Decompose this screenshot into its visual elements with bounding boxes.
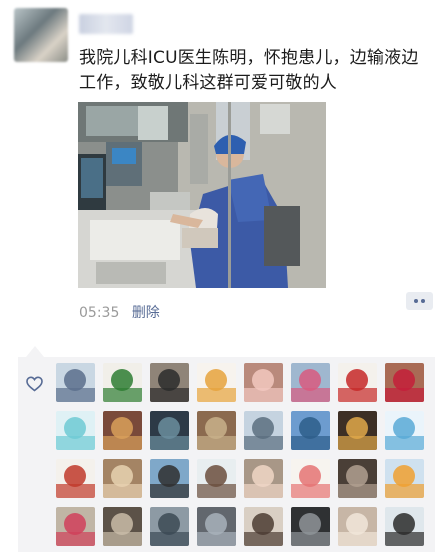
avatar-base <box>291 532 330 546</box>
dot-right-icon <box>421 299 425 303</box>
avatar-base <box>338 388 377 402</box>
avatar-base <box>244 388 283 402</box>
liker-avatar[interactable] <box>56 411 95 450</box>
avatar-base <box>197 388 236 402</box>
liker-avatar[interactable] <box>385 507 424 546</box>
avatar-base <box>56 388 95 402</box>
liker-avatar[interactable] <box>338 363 377 402</box>
avatar-base <box>56 532 95 546</box>
dot-left-icon <box>414 299 418 303</box>
liker-avatar[interactable] <box>291 507 330 546</box>
avatar-base <box>385 388 424 402</box>
liker-avatar[interactable] <box>291 459 330 498</box>
avatar-base <box>150 388 189 402</box>
liker-avatar[interactable] <box>103 411 142 450</box>
liker-avatar[interactable] <box>244 411 283 450</box>
author-avatar[interactable] <box>14 8 68 62</box>
avatar-base <box>197 532 236 546</box>
avatar-base <box>103 436 142 450</box>
likes-pointer <box>26 346 44 357</box>
liker-avatar[interactable] <box>385 363 424 402</box>
avatar-base <box>103 532 142 546</box>
liker-avatar-grid <box>56 363 424 546</box>
delete-link[interactable]: 删除 <box>132 305 160 321</box>
liker-avatar[interactable] <box>338 507 377 546</box>
liker-avatar[interactable] <box>197 459 236 498</box>
liker-avatar[interactable] <box>150 507 189 546</box>
liker-avatar[interactable] <box>103 507 142 546</box>
avatar-base <box>385 484 424 498</box>
liker-avatar[interactable] <box>103 459 142 498</box>
avatar-base <box>244 484 283 498</box>
avatar-base <box>385 436 424 450</box>
avatar-base <box>291 484 330 498</box>
liker-avatar[interactable] <box>385 459 424 498</box>
avatar-base <box>56 436 95 450</box>
avatar-base <box>150 532 189 546</box>
avatar-base <box>103 388 142 402</box>
liker-avatar[interactable] <box>150 411 189 450</box>
liker-avatar[interactable] <box>291 363 330 402</box>
liker-avatar[interactable] <box>197 411 236 450</box>
liker-avatar[interactable] <box>56 507 95 546</box>
liker-avatar[interactable] <box>385 411 424 450</box>
avatar-base <box>197 484 236 498</box>
avatar-base <box>338 532 377 546</box>
liker-avatar[interactable] <box>291 411 330 450</box>
liker-avatar[interactable] <box>244 459 283 498</box>
liker-avatar[interactable] <box>244 363 283 402</box>
heart-outline-icon <box>26 376 43 392</box>
liker-avatar[interactable] <box>103 363 142 402</box>
post-meta: 05:35 删除 <box>79 302 160 322</box>
avatar-base <box>338 484 377 498</box>
liker-avatar[interactable] <box>244 507 283 546</box>
liker-avatar[interactable] <box>150 459 189 498</box>
more-actions-button[interactable] <box>406 292 433 310</box>
liker-avatar[interactable] <box>56 459 95 498</box>
avatar-base <box>291 388 330 402</box>
post-time: 05:35 <box>79 305 120 321</box>
avatar-base <box>103 484 142 498</box>
author-name[interactable] <box>79 14 133 34</box>
avatar-base <box>291 436 330 450</box>
avatar-base <box>244 532 283 546</box>
liker-avatar[interactable] <box>150 363 189 402</box>
liker-avatar[interactable] <box>197 507 236 546</box>
avatar-base <box>338 436 377 450</box>
avatar-base <box>56 484 95 498</box>
post-photo[interactable] <box>78 102 326 288</box>
avatar-base <box>385 532 424 546</box>
liker-avatar[interactable] <box>56 363 95 402</box>
liker-avatar[interactable] <box>338 459 377 498</box>
avatar-base <box>244 436 283 450</box>
avatar-base <box>150 436 189 450</box>
avatar-base <box>197 436 236 450</box>
liker-avatar[interactable] <box>197 363 236 402</box>
avatar-base <box>150 484 189 498</box>
liker-avatar[interactable] <box>338 411 377 450</box>
post-text: 我院儿科ICU医生陈明，怀抱患儿，边输液边工作，致敬儿科这群可爱可敬的人 <box>79 48 419 93</box>
